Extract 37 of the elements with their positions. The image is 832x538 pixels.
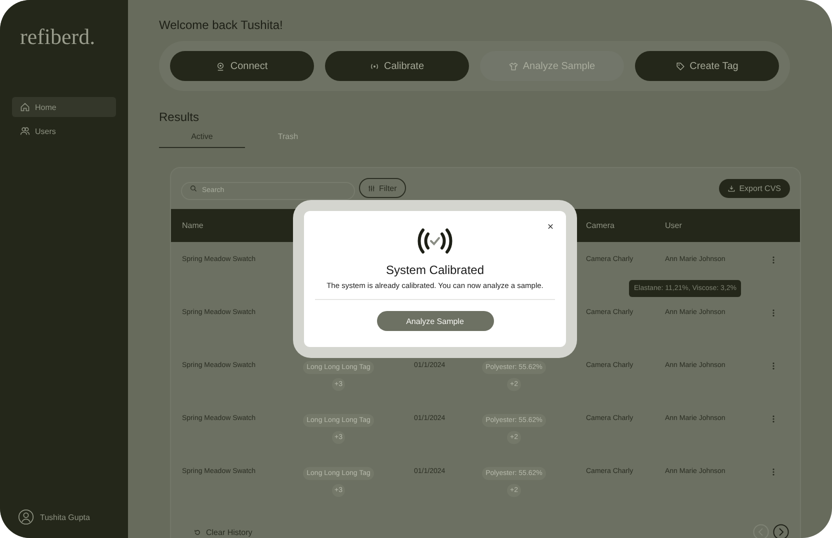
search-icon [190, 184, 197, 192]
dialog-title: System Calibrated [386, 263, 484, 277]
more-icon[interactable] [772, 415, 775, 423]
calibrated-signal-icon [415, 227, 455, 255]
logo: refiberd. [19, 24, 96, 50]
welcome-heading: Welcome back Tushita! [159, 18, 284, 32]
home-icon [20, 102, 30, 112]
column-header: User [665, 221, 682, 230]
sidebar-item[interactable]: Users [12, 121, 116, 141]
column-header: Name [182, 221, 204, 230]
more-icon[interactable] [772, 362, 775, 370]
clear-history-button[interactable]: Clear History [188, 526, 258, 538]
shirt-icon [508, 62, 518, 70]
close-icon[interactable] [547, 223, 554, 230]
filter-icon [368, 184, 375, 192]
more-icon[interactable] [772, 309, 775, 317]
filter-button[interactable]: Filter [359, 178, 406, 198]
tag-icon [676, 62, 685, 70]
users-icon [20, 126, 30, 136]
avatar-icon [18, 509, 34, 525]
download-icon [728, 184, 736, 192]
webcam-icon [216, 62, 226, 70]
sidebar-item[interactable]: Home [12, 97, 116, 117]
action-button[interactable]: Connect [170, 51, 314, 81]
history-icon [194, 528, 201, 536]
more-icon[interactable] [772, 256, 775, 264]
tab[interactable]: Active [159, 128, 245, 148]
user-name: Tushita Gupta [40, 512, 90, 522]
analyze-sample-button[interactable]: Analyze Sample [376, 311, 494, 331]
next-icon[interactable] [773, 524, 789, 538]
column-header: Camera [586, 221, 614, 230]
signal-icon [370, 62, 379, 70]
more-icon[interactable] [772, 468, 775, 476]
action-button[interactable]: Create Tag [635, 51, 779, 81]
export-button[interactable]: Export CVS [719, 178, 790, 198]
section-title: Results [159, 110, 200, 124]
action-button[interactable]: Calibrate [325, 51, 469, 81]
